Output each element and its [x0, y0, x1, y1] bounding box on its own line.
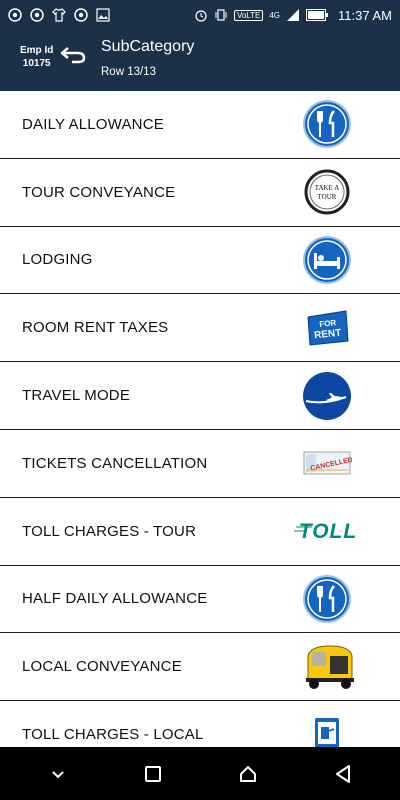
list-item-label: TICKETS CANCELLATION [22, 454, 208, 472]
subcategory-list: DAILY ALLOWANCE TOUR CONVEYANCE TAKE A TO… [0, 91, 400, 747]
alarm-icon [195, 10, 207, 22]
list-item-travel-mode[interactable]: TRAVEL MODE [0, 362, 400, 430]
svg-text:TAKE A: TAKE A [315, 184, 340, 192]
for-rent-sign-icon: FOR RENT [300, 303, 354, 353]
fork-knife-icon [300, 99, 354, 149]
bed-icon [300, 235, 354, 285]
chrome-icon [74, 8, 88, 22]
list-item-label: ROOM RENT TAXES [22, 319, 169, 337]
status-bar: VoLTE 4G 11:37 AM [0, 0, 400, 30]
fork-knife-icon [300, 574, 354, 624]
battery-icon [306, 9, 329, 21]
home-button[interactable] [236, 762, 260, 786]
chrome-icon [30, 8, 44, 22]
signal-label: 4G [269, 10, 281, 20]
list-item-toll-charges-tour[interactable]: TOLL CHARGES - TOUR TOLL [0, 498, 400, 566]
app-bar: Emp Id 10175 SubCategory Row 13/13 [0, 30, 400, 91]
list-item-label: LODGING [22, 251, 93, 269]
list-item-label: TOLL CHARGES - TOUR [22, 522, 197, 540]
list-item-label: TOLL CHARGES - LOCAL [22, 726, 204, 744]
shirt-icon [52, 8, 66, 22]
list-item-label: TRAVEL MODE [22, 387, 131, 405]
emp-id-label: Emp Id [20, 45, 54, 56]
list-item-label: LOCAL CONVEYANCE [22, 658, 182, 676]
recents-button[interactable] [141, 762, 165, 786]
list-item-toll-charges-local[interactable]: TOLL CHARGES - LOCAL [0, 701, 400, 747]
vibrate-icon [215, 9, 227, 21]
list-item-tour-conveyance[interactable]: TOUR CONVEYANCE TAKE A TOUR [0, 159, 400, 227]
list-item-label: DAILY ALLOWANCE [22, 115, 164, 133]
list-item-daily-allowance[interactable]: DAILY ALLOWANCE [0, 91, 400, 159]
chevron-down-icon[interactable] [46, 762, 70, 786]
back-button[interactable] [331, 762, 355, 786]
auto-rickshaw-icon [300, 642, 360, 692]
row-counter: Row 13/13 [101, 66, 156, 78]
emp-id-value: 10175 [22, 58, 51, 69]
list-item-label: TOUR CONVEYANCE [22, 183, 176, 201]
notification-icons [8, 8, 110, 22]
image-icon [96, 8, 110, 22]
page-title: SubCategory [101, 38, 195, 55]
volte-badge: VoLTE [233, 9, 264, 21]
list-item-label: HALF DAILY ALLOWANCE [22, 590, 208, 608]
list-item-lodging[interactable]: LODGING [0, 227, 400, 295]
emp-id-block: Emp Id 10175 [20, 44, 53, 70]
system-nav-bar [0, 747, 400, 800]
list-item-tickets-cancellation[interactable]: TICKETS CANCELLATION CANCELLED [0, 430, 400, 498]
airplane-icon [300, 371, 354, 421]
cancelled-ticket-icon: CANCELLED [300, 438, 354, 488]
svg-text:TOUR: TOUR [318, 193, 337, 201]
toll-booth-icon [300, 710, 354, 747]
toll-logo-icon: TOLL [290, 506, 366, 556]
chrome-icon [8, 8, 22, 22]
clock: 11:37 AM [338, 7, 392, 23]
list-item-local-conveyance[interactable]: LOCAL CONVEYANCE [0, 633, 400, 702]
system-icons: VoLTE 4G 11:37 AM [194, 8, 392, 23]
list-item-half-daily-allowance[interactable]: HALF DAILY ALLOWANCE [0, 566, 400, 634]
list-item-room-rent-taxes[interactable]: ROOM RENT TAXES FOR RENT [0, 294, 400, 363]
svg-text:TOLL: TOLL [299, 520, 357, 543]
svg-text:FOR: FOR [319, 318, 337, 329]
back-arrow-icon[interactable] [60, 46, 86, 64]
take-a-tour-icon: TAKE A TOUR [300, 167, 354, 217]
signal-icon [287, 9, 300, 21]
